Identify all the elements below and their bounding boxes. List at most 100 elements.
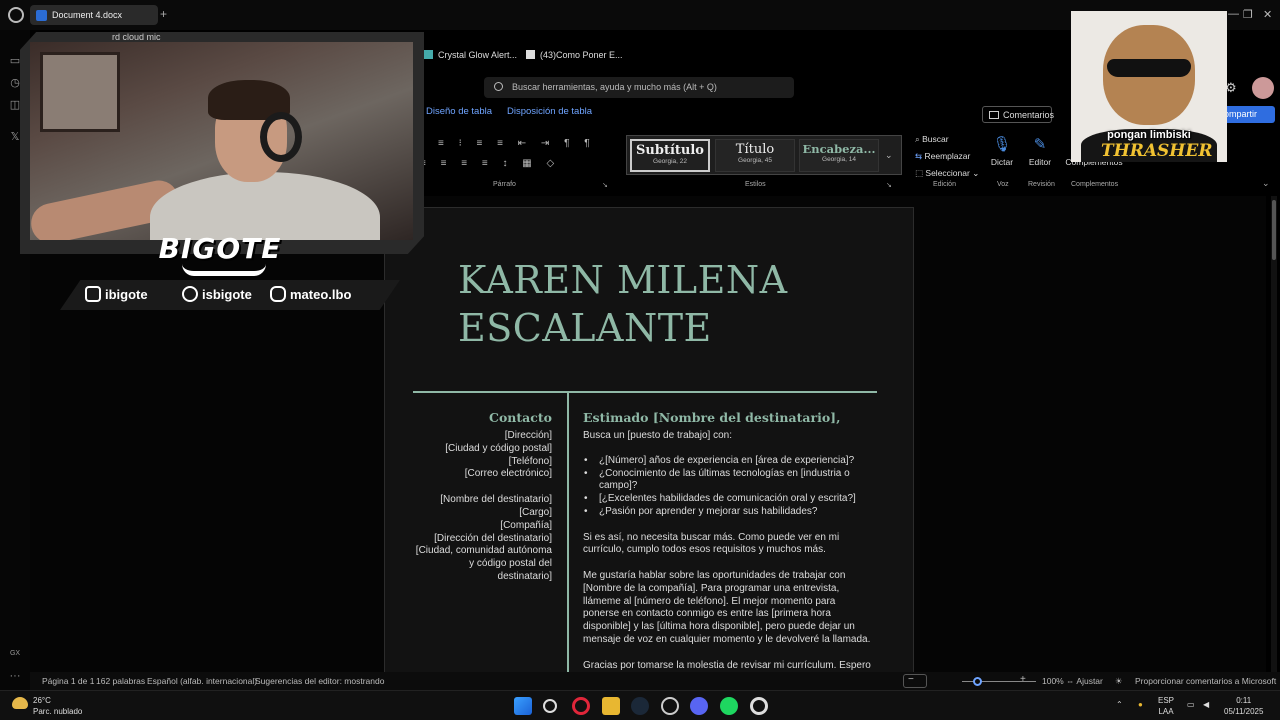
feedback-icon[interactable]: ☀ [1115,676,1123,687]
read-mode-button[interactable] [903,674,927,688]
recipient-line: [Nombre del destinatario] [440,494,552,506]
search-placeholder: Buscar herramientas, ayuda y mucho más (… [512,82,717,92]
scrollbar-thumb[interactable] [1272,200,1276,260]
steam-icon[interactable] [631,697,649,715]
find-button[interactable]: ⌕ Buscar [915,134,949,145]
microphone-icon: 🎙 [992,136,1012,153]
group-label-review: Revisión [1028,181,1055,188]
volume-icon[interactable]: ◀ [1203,699,1209,710]
word-count[interactable]: 162 palabras [96,676,145,686]
minimize-icon[interactable]: — [1228,8,1239,20]
page-count: Página 1 de 1 [42,676,95,686]
browser-tab-document[interactable]: Document 4.docx [30,5,158,25]
word-search-input[interactable]: Buscar herramientas, ayuda y mucho más (… [484,77,794,98]
list-item: ¿Pasión por aprender y mejorar sus habil… [583,506,873,519]
styles-launcher-icon[interactable]: ↘ [886,181,892,189]
tab-table-design[interactable]: Diseño de tabla [426,106,492,117]
document-page[interactable]: KAREN MILENA ESCALANTE Contacto [Direcci… [384,207,914,677]
select-button[interactable]: ⬚ Seleccionar ⌄ [915,168,979,179]
file-explorer-icon[interactable] [602,697,620,715]
comments-button[interactable]: Comentarios [982,106,1054,123]
gx-label[interactable]: GX [8,650,22,664]
editor-button[interactable]: ✎ Editor [1020,135,1060,167]
zoom-slider-thumb[interactable] [972,677,982,686]
sidebar-icon-workspace[interactable]: ◫ [8,98,22,112]
scrollbar[interactable] [1271,196,1277,672]
headset-icon [260,112,302,162]
replace-button[interactable]: ⇆ Reemplazar [915,151,970,162]
dictate-button[interactable]: 🎙 Dictar [982,135,1022,167]
list-item: ¿Conocimiento de las últimas tecnologías… [583,468,873,494]
social-handle-tiktok: isbigote [182,286,252,302]
letter-bullets: ¿[Número] años de experiencia en [área d… [583,455,873,519]
opera-logo-icon[interactable] [8,7,24,23]
opera-gx-icon[interactable] [572,697,590,715]
zoom-out-button[interactable]: − [908,674,914,685]
mustache-icon [182,264,266,276]
contact-line: [Teléfono] [508,455,552,467]
language-indicator[interactable]: ESP LAA [1158,695,1174,717]
sunglasses-icon [1107,59,1191,77]
zoom-in-button[interactable]: + [1020,674,1026,685]
close-icon[interactable]: ✕ [1263,8,1272,21]
zoom-level[interactable]: 100% [1042,676,1064,686]
clock[interactable]: 0:11 05/11/2025 [1224,695,1263,717]
letter-paragraph: Si es así, no necesita buscar más. Como … [583,531,840,556]
sidebar-icon-history[interactable]: ◷ [8,76,22,90]
fit-icon: ⇔ [1066,676,1077,686]
settings-icon[interactable] [750,697,768,715]
discord-icon[interactable] [690,697,708,715]
style-subtitle[interactable]: Subtítulo Georgia, 22 [630,139,710,172]
letter-intro: Busca un [puesto de trabajo] con: [583,430,732,441]
style-title[interactable]: Título Georgia, 45 [715,139,795,172]
fit-button[interactable]: ⇔ Ajustar [1066,676,1103,686]
horizontal-divider [413,391,877,393]
comment-icon [989,111,999,119]
letter-column[interactable]: Estimado [Nombre del destinatario], Busc… [583,410,873,676]
share-button[interactable]: ompartir [1220,106,1275,123]
paragraph-toolbar-row-1[interactable]: ⁝ ≡ ⁝ ≡ ≡ ⇤ ⇥ ¶ ¶ [420,138,596,149]
feedback-link[interactable]: Proporcionar comentarios a Microsoft [1135,676,1276,686]
tray-chevron-icon[interactable]: ⌃ [1116,699,1123,710]
tiktok-icon [182,286,198,302]
streamer-brand: BIGOTE [158,232,282,265]
style-heading[interactable]: Encabeza... Georgia, 14 [799,139,879,172]
weather-widget[interactable]: 26°C Parc. nublado [33,695,82,717]
styles-more-icon[interactable]: ⌄ [885,150,893,161]
spotify-icon[interactable] [720,697,738,715]
sidebar-icon-messenger[interactable]: ▭ [8,54,22,68]
webcam-shirt [150,172,380,240]
contact-column[interactable]: Contacto [Dirección] [Ciudad y código po… [415,410,552,584]
obs-icon[interactable] [661,697,679,715]
x-icon[interactable]: 𝕏 [8,130,22,144]
vertical-divider [567,393,569,676]
word-icon [36,10,47,21]
language-status[interactable]: Español (alfab. internacional) [147,676,257,686]
partial-tab-text: rd cloud mic [112,32,161,42]
weather-icon[interactable] [12,697,28,709]
tab-table-layout[interactable]: Disposición de tabla [507,106,592,117]
letter-paragraph: Gracias por tomarse la molestia de revis… [583,659,871,671]
dialog-launcher-icon[interactable]: ↘ [602,181,608,189]
network-icon[interactable]: ▭ [1187,699,1195,710]
bookmark-item[interactable]: Crystal Glow Alert... [424,50,517,60]
search-icon[interactable] [543,699,557,713]
resume-name[interactable]: KAREN MILENA ESCALANTE [458,256,788,352]
tiktok-icon [526,50,535,59]
more-icon[interactable]: ··· [8,670,22,684]
editor-suggestions[interactable]: Sugerencias del editor: mostrando [255,676,384,686]
recipient-line: [Ciudad, comunidad autónoma y código pos… [415,545,552,582]
bookmark-item[interactable]: (43)Como Poner E... [526,50,623,60]
microphone-tray-icon[interactable]: ● [1138,699,1143,710]
shirt-logo: THRASHER [1101,141,1213,161]
maximize-icon[interactable]: ❐ [1243,8,1253,21]
paragraph-toolbar-row-2[interactable]: ≡ ≡ ≡ ≡ ↕ ▦ ◇ [420,158,560,169]
collapse-ribbon-icon[interactable]: ⌄ [1262,178,1270,189]
avatar[interactable] [1252,77,1274,99]
windows-start-icon[interactable] [514,697,532,715]
webcam-feed [30,42,413,240]
styles-gallery: Subtítulo Georgia, 22 Título Georgia, 45… [626,135,902,175]
group-label-editing: Edición [933,181,956,188]
new-tab-button[interactable]: + [160,7,167,21]
